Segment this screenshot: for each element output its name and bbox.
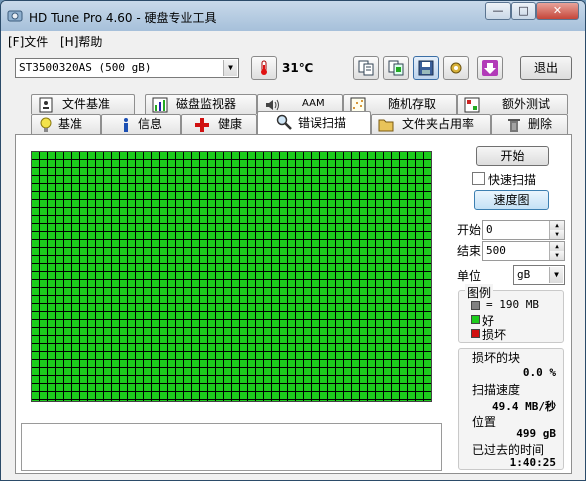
copy-image-icon	[388, 60, 404, 76]
legend-bad: 损坏	[482, 328, 507, 342]
unit-select-value: gB	[517, 268, 531, 281]
gear-icon	[450, 62, 462, 74]
download-button[interactable]	[477, 56, 503, 80]
window-title: HD Tune Pro 4.60 - 硬盘专业工具	[29, 11, 217, 25]
bad-swatch	[471, 329, 480, 338]
drive-select[interactable]: ST3500320AS (500 gB) ▼	[15, 58, 239, 78]
unit-select[interactable]: gB ▼	[513, 265, 565, 285]
start-position-input[interactable]: 0 ▲ ▼	[482, 220, 565, 240]
minimize-button[interactable]: —	[485, 2, 511, 20]
copy-screenshot-button[interactable]	[383, 56, 409, 80]
minimize-icon: —	[492, 4, 504, 17]
spin-down-icon[interactable]: ▼	[549, 251, 564, 260]
scan-log[interactable]	[21, 423, 442, 471]
tab-label: 磁盘监视器	[176, 97, 237, 111]
toolbar: ST3500320AS (500 gB) ▼ 31℃ 退出	[1, 51, 585, 91]
menu-help[interactable]: [H]帮助	[60, 33, 102, 50]
maximize-button[interactable]: □	[511, 2, 536, 20]
tab-label: 随机存取	[388, 97, 437, 111]
temperature-readout: 31℃	[282, 61, 314, 75]
spin-down-icon[interactable]: ▼	[549, 230, 564, 239]
quick-scan-checkbox[interactable]	[472, 172, 485, 185]
tab-erase[interactable]: 删除	[491, 114, 568, 134]
tab-label: 文件夹占用率	[402, 117, 475, 131]
tab-label: 额外测试	[502, 97, 551, 111]
tab-disk-monitor[interactable]: 磁盘监视器	[145, 94, 257, 114]
options-button[interactable]	[443, 56, 469, 80]
tab-info[interactable]: 信息	[101, 114, 181, 134]
good-swatch	[471, 315, 480, 324]
spin-up-icon[interactable]: ▲	[549, 242, 564, 251]
start-position-value: 0	[486, 223, 493, 236]
magnifier-icon	[276, 114, 292, 130]
start-scan-button[interactable]: 开始	[476, 146, 549, 166]
app-window: HD Tune Pro 4.60 - 硬盘专业工具 — □ ✕ [F]文件 [H…	[0, 0, 586, 481]
close-icon: ✕	[552, 4, 563, 17]
tab-health[interactable]: 健康	[181, 114, 257, 134]
extra-tests-icon	[464, 97, 480, 113]
tab-error-scan[interactable]: 错误扫描	[257, 111, 371, 134]
spin-up-icon[interactable]: ▲	[549, 221, 564, 230]
copy-info-button[interactable]	[353, 56, 379, 80]
tab-extra-tests[interactable]: 额外测试	[457, 94, 568, 114]
file-benchmark-icon	[39, 97, 53, 113]
maximize-icon: □	[518, 4, 529, 17]
tab-label: 健康	[218, 117, 243, 131]
position-value: 499 gB	[516, 427, 556, 440]
chevron-down-icon: ▼	[223, 60, 237, 76]
speed-map-button[interactable]: 速度图	[474, 190, 549, 210]
temperature-button[interactable]	[251, 56, 277, 80]
tab-label: 文件基准	[62, 97, 111, 111]
app-icon	[7, 10, 23, 22]
tab-label: 信息	[138, 117, 163, 131]
download-arrow-icon	[482, 60, 498, 76]
tab-strip: 文件基准 磁盘监视器 AAM 随机存取 额外测试 基准 信息 健康 错误扫描 文…	[1, 91, 585, 135]
tab-folder-usage[interactable]: 文件夹占用率	[371, 114, 491, 134]
tab-file-benchmark[interactable]: 文件基准	[31, 94, 135, 114]
legend-block-size: = 190 MB	[486, 298, 539, 311]
tab-label: 基准	[58, 117, 83, 131]
damaged-blocks-value: 0.0 %	[522, 366, 556, 379]
start-label: 开始	[457, 223, 482, 237]
copy-icon	[358, 60, 374, 76]
floppy-disk-icon	[418, 60, 434, 76]
tab-label: 错误扫描	[298, 116, 347, 130]
lightbulb-icon	[40, 117, 52, 132]
exit-button[interactable]: 退出	[520, 56, 572, 80]
scan-speed-label: 扫描速度	[472, 383, 521, 397]
disk-monitor-icon	[152, 97, 168, 113]
block-map	[31, 151, 432, 402]
damaged-blocks-label: 损坏的块	[472, 351, 521, 365]
scan-speed-value: 49.4 MB/秒	[492, 400, 556, 413]
save-button[interactable]	[413, 56, 439, 80]
end-position-input[interactable]: 500 ▲ ▼	[482, 241, 565, 261]
quick-scan-label: 快速扫描	[488, 173, 537, 187]
health-cross-icon	[195, 118, 209, 132]
info-icon	[124, 118, 128, 132]
tab-label: 删除	[528, 117, 553, 131]
title-bar: HD Tune Pro 4.60 - 硬盘专业工具 — □ ✕	[1, 1, 585, 31]
block-size-swatch	[471, 301, 480, 310]
thermometer-icon	[261, 60, 267, 75]
menu-bar: [F]文件 [H]帮助	[1, 31, 585, 51]
drive-select-value: ST3500320AS (500 gB)	[19, 61, 152, 74]
menu-file[interactable]: [F]文件	[8, 33, 48, 50]
folder-icon	[378, 119, 394, 132]
end-position-value: 500	[486, 244, 506, 257]
unit-label: 单位	[457, 269, 482, 283]
end-label: 结束	[457, 244, 482, 258]
chevron-down-icon: ▼	[549, 267, 563, 283]
close-button[interactable]: ✕	[536, 2, 579, 20]
tab-benchmark[interactable]: 基准	[31, 114, 101, 134]
elapsed-time-value: 1:40:25	[509, 456, 556, 469]
trash-icon	[508, 119, 520, 132]
